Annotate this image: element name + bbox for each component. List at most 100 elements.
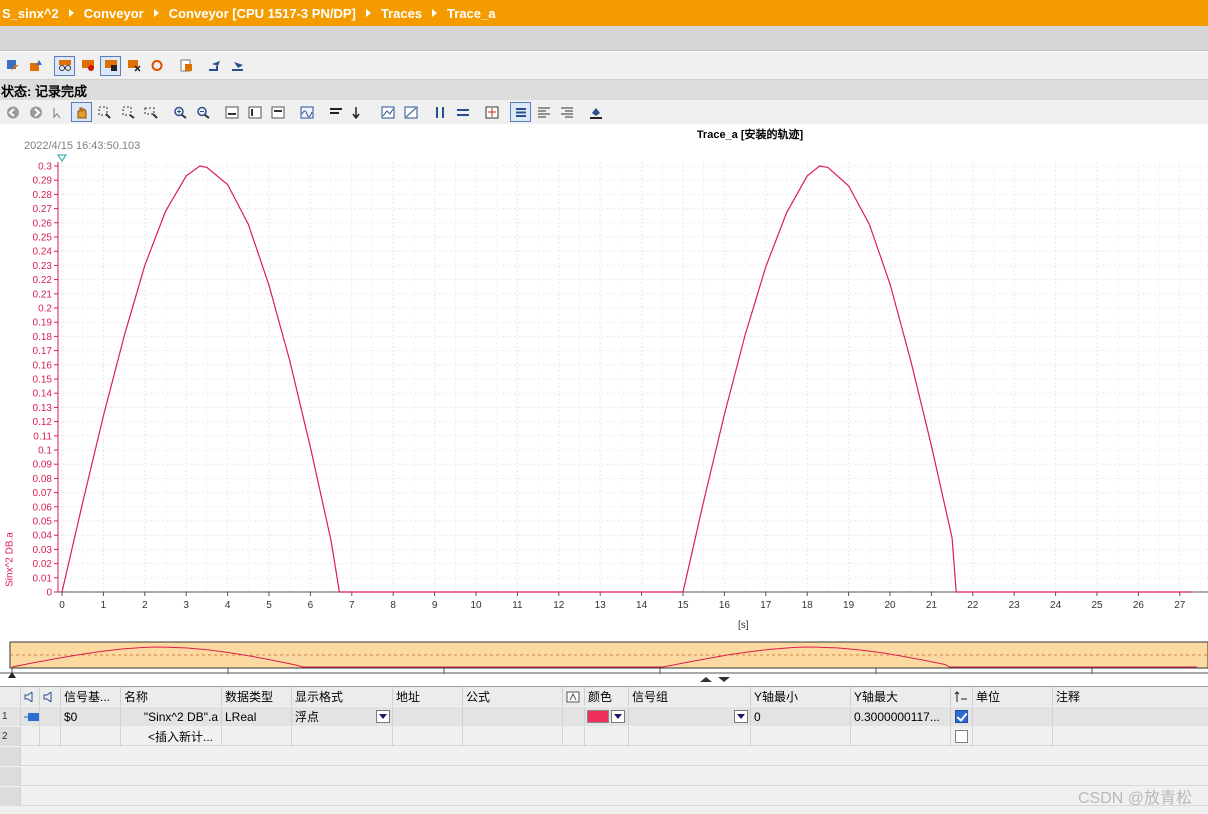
y-zoom-100-button[interactable] [244,102,265,122]
refresh-icon [151,60,162,71]
signal-datatype[interactable]: LReal [222,707,292,726]
zoom-horizontal-button[interactable] [140,102,161,122]
col-name[interactable]: 名称 [121,687,222,706]
download-to-device-button[interactable] [2,56,23,76]
chevron-down-icon[interactable] [734,710,748,723]
signal-address[interactable] [393,707,463,726]
col-address[interactable]: 地址 [393,687,463,706]
pan-mode-button[interactable] [71,102,92,122]
x-tick-label: 23 [1009,600,1021,611]
zoom-out-button[interactable] [192,102,213,122]
breadcrumb-trace-a[interactable]: Trace_a [447,6,495,21]
autoscale-checkbox[interactable] [955,730,968,743]
horizontal-cursor-button[interactable] [452,102,473,122]
y-tick-label: 0.12 [33,417,53,428]
col-format[interactable]: 显示格式 [292,687,393,706]
overview-plot[interactable] [0,640,1208,686]
col-datatype[interactable]: 数据类型 [222,687,292,706]
trigger-marker-icon [57,154,67,162]
forward-button[interactable] [25,102,46,122]
upload-from-device-button[interactable] [25,56,46,76]
breadcrumb-cpu[interactable]: Conveyor [CPU 1517-3 PN/DP] [169,6,356,21]
zoom-vertical-button[interactable] [117,102,138,122]
col-signal-base[interactable]: 信号基... [61,687,121,706]
zoom-vertical-icon [122,106,135,119]
y-tick-label: 0.11 [33,431,52,442]
col-formula[interactable]: 公式 [463,687,563,706]
zoom-100-button[interactable] [221,102,242,122]
breadcrumb-project[interactable]: S_sinx^2 [2,6,59,21]
x-zoom-100-button[interactable] [267,102,288,122]
x-tick-label: 18 [802,600,814,611]
trend-button[interactable] [400,102,421,122]
pointer-mode-button[interactable] [48,102,69,122]
breadcrumb-traces[interactable]: Traces [381,6,422,21]
signal-formula[interactable] [463,707,563,726]
y-tick-label: 0.19 [33,318,53,329]
list-view-button[interactable] [510,102,531,122]
overview-chart[interactable] [0,640,1208,682]
x-tick-label: 22 [967,600,979,611]
align-left-button[interactable] [533,102,554,122]
table-row[interactable]: 2 <插入新计... [0,727,1208,746]
signal-group-select[interactable] [629,707,751,726]
col-unit[interactable]: 单位 [973,687,1053,706]
align-right-button[interactable] [556,102,577,122]
chevron-down-icon[interactable] [611,710,625,723]
add-signal-placeholder[interactable]: <插入新计... [121,727,222,746]
col-comment[interactable]: 注释 [1053,687,1208,706]
horizontal-lines-icon [456,108,469,116]
row-number[interactable]: 2 [0,727,21,746]
splitter-up-icon [700,677,712,682]
signal-unit[interactable] [973,707,1053,726]
signal-table-button[interactable] [481,102,502,122]
vertical-cursor-button[interactable] [429,102,450,122]
table-row[interactable]: 1 $0 "Sinx^2 DB".a LReal 浮点 0 0.30000001… [0,707,1208,726]
signal-name[interactable]: "Sinx^2 DB".a [121,707,222,726]
signal-comment[interactable] [1053,707,1208,726]
zoom-in-button[interactable] [169,102,190,122]
monitor-toggle-button[interactable] [54,55,75,76]
signal-base-value[interactable]: $0 [61,707,121,726]
export-button[interactable] [204,56,225,76]
y-min-value[interactable]: 0 [751,707,851,726]
x-tick-label: 16 [719,600,731,611]
col-formula-icon[interactable] [563,687,585,706]
format-select[interactable]: 浮点 [292,707,393,726]
x-tick-label: 12 [553,600,565,611]
add-measurement-button[interactable] [175,56,196,76]
col-y-max[interactable]: Y轴最大 [851,687,951,706]
color-select[interactable] [585,707,629,726]
col-autoscale[interactable] [951,687,973,706]
sort-button[interactable] [348,102,369,122]
chart-plot[interactable]: 0 1 2 3 4 5 6 7 8 9 10 11 12 13 14 15 16 17 18 19 20 21 22 23 24… [0,124,1208,640]
refresh-button[interactable] [146,56,167,76]
chevron-down-icon[interactable] [376,710,390,723]
import-icon [231,62,243,71]
signal-type-icon [21,707,40,726]
splitter-down-icon [718,677,730,682]
activate-recording-button[interactable] [77,56,98,76]
y-tick-label: 0.18 [33,332,53,343]
y-tick-label: 0.05 [33,517,53,528]
col-y-min[interactable]: Y轴最小 [751,687,851,706]
col-signal-group[interactable]: 信号组 [629,687,751,706]
zoom-selection-button[interactable] [94,102,115,122]
y-tick-label: 0.13 [33,403,53,414]
back-button[interactable] [2,102,23,122]
show-chart-button[interactable] [296,102,317,122]
breadcrumb-device[interactable]: Conveyor [84,6,144,21]
x-tick-label: 25 [1091,600,1103,611]
measurement-cursor-button[interactable] [377,102,398,122]
autoscale-checkbox[interactable] [955,710,968,723]
row-number[interactable]: 1 [0,707,21,726]
deactivate-recording-button[interactable] [100,55,121,76]
table-row [0,747,1208,766]
time-display-button[interactable] [325,102,346,122]
col-color[interactable]: 颜色 [585,687,629,706]
import-button[interactable] [227,56,248,76]
y-max-value[interactable]: 0.3000000117... [851,707,951,726]
color-button[interactable] [585,102,606,122]
delete-recording-button[interactable] [123,56,144,76]
trace-chart[interactable]: Trace_a [安装的轨迹] 2022/4/15 16:43:50.103 S… [0,124,1208,640]
